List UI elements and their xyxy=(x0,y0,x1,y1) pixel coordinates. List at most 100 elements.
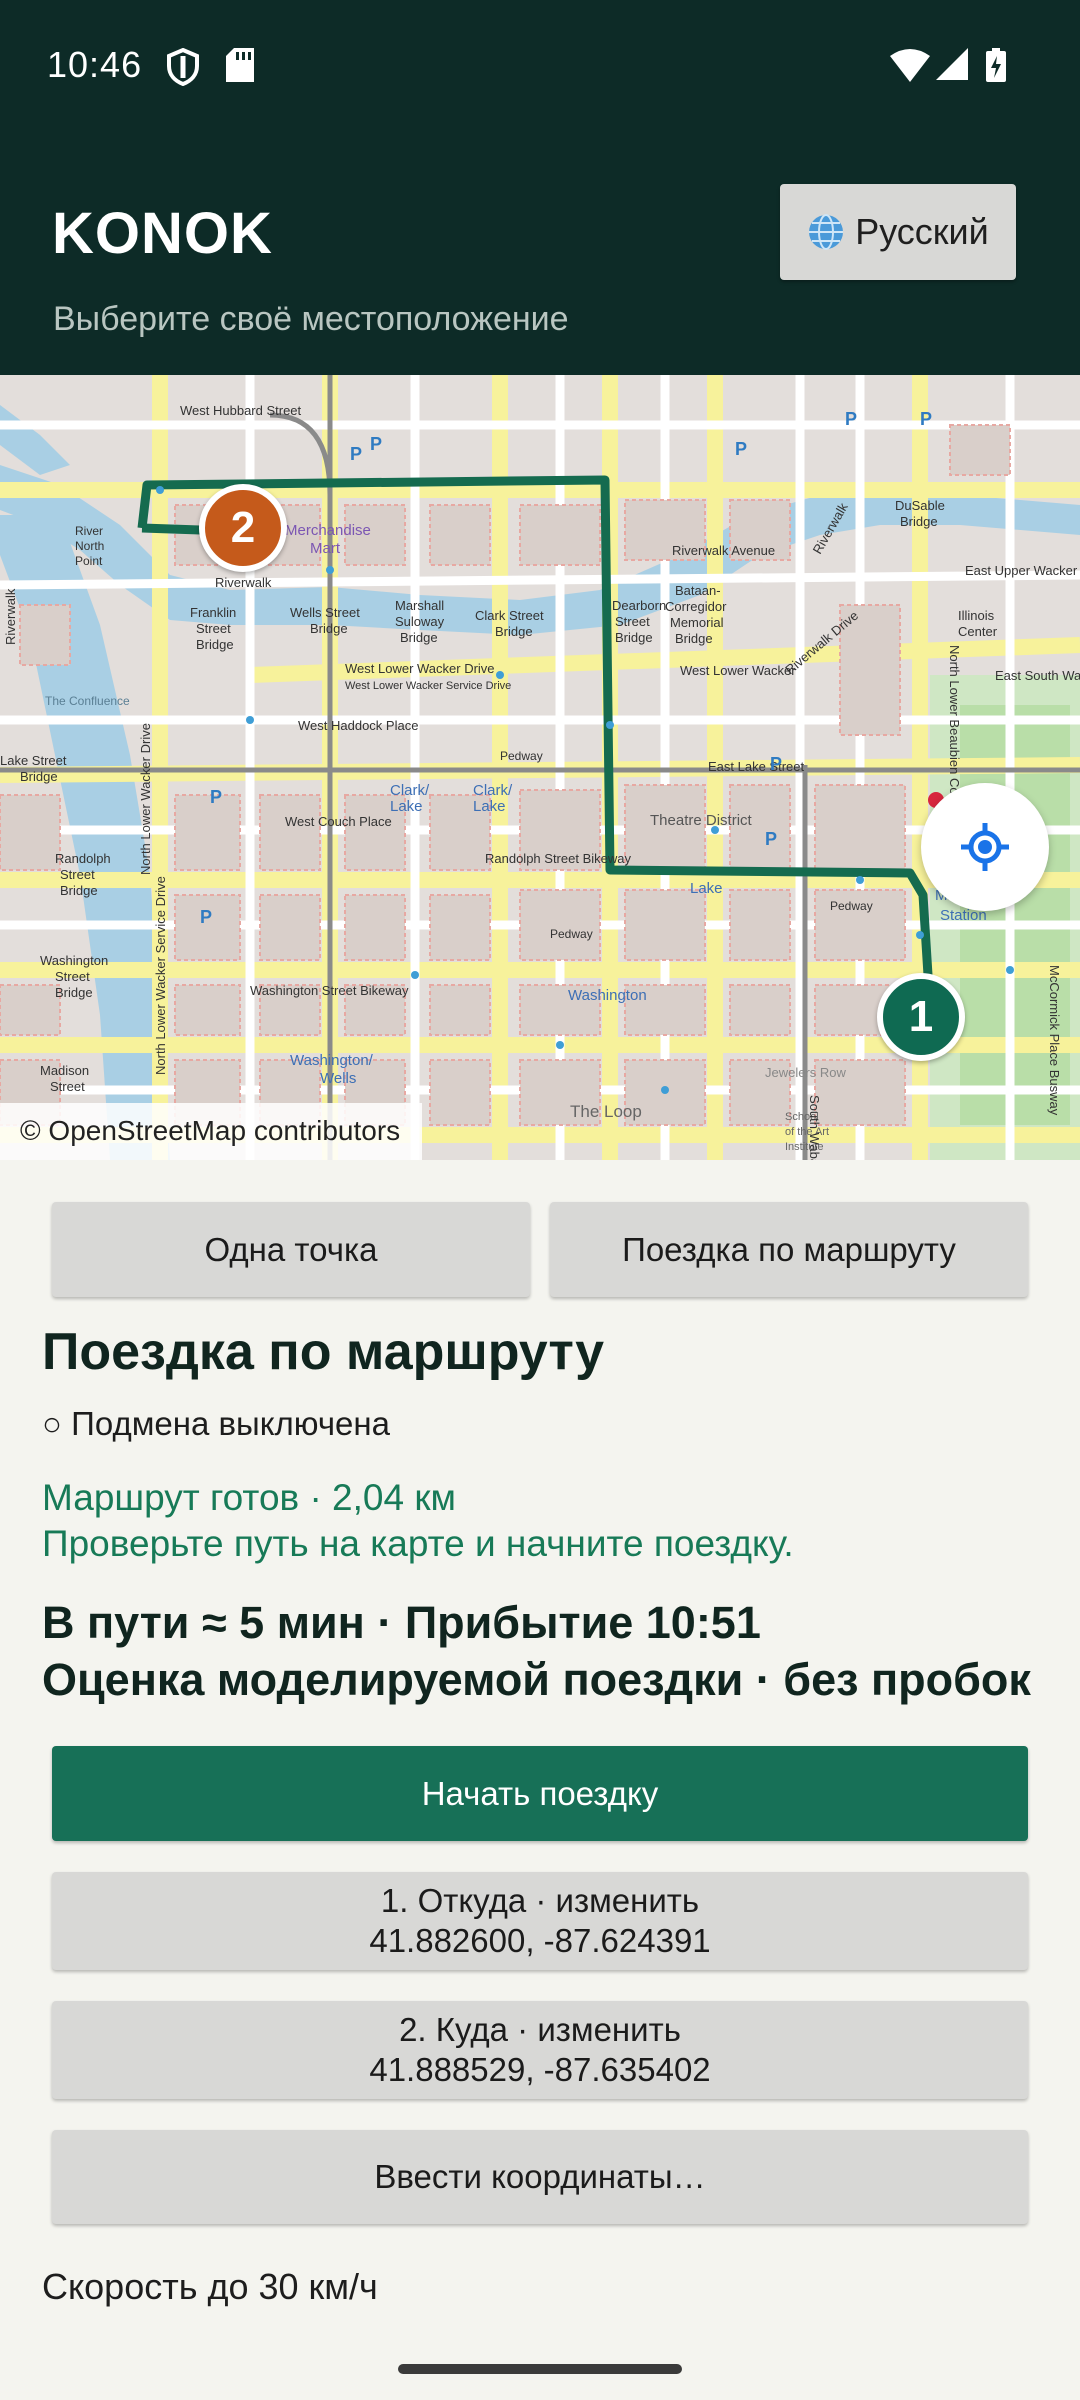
wifi-icon xyxy=(890,49,930,82)
battery-charging-icon xyxy=(986,48,1006,82)
destination-edit-button[interactable]: 2. Куда · изменить 41.888529, -87.635402 xyxy=(52,2001,1028,2099)
map-label-hubbard: West Hubbard Street xyxy=(180,403,302,418)
map-label-dearborn: Dearborn xyxy=(612,598,666,613)
map-label-washington-bridge-3: Bridge xyxy=(55,985,93,1000)
mode-route-trip-button[interactable]: Поездка по маршруту xyxy=(550,1202,1028,1297)
mode-single-point-button[interactable]: Одна точка xyxy=(52,1202,530,1297)
map-label-pedway-3: Pedway xyxy=(550,927,593,941)
map-label-riverwalk: Riverwalk xyxy=(215,575,272,590)
shield-icon xyxy=(167,48,199,86)
map-label-randolph: Randolph xyxy=(55,851,111,866)
map-label-n-lower-wacker: North Lower Wacker Drive xyxy=(138,723,153,875)
map-label-franklin-2: Street xyxy=(196,621,231,636)
svg-text:P: P xyxy=(765,829,777,849)
map-label-clark-lake-3: Clark/ xyxy=(473,782,513,799)
map-label-loop: The Loop xyxy=(570,1102,642,1121)
app-subtitle: Выберите своё местоположение xyxy=(53,300,569,338)
map-label-theatre: Theatre District xyxy=(650,812,753,829)
map-label-lake: Lake xyxy=(690,880,723,897)
map-label-dusable: DuSable xyxy=(895,498,945,513)
map-label-bataan-bridge: Bridge xyxy=(675,631,713,646)
map-label-clark-lake: Clark/ xyxy=(390,782,430,799)
map-label-lake-bridge-2: Bridge xyxy=(20,769,58,784)
map-label-marshall: Marshall xyxy=(395,598,444,613)
map-label-clark-2: Bridge xyxy=(495,624,533,639)
map-label-pedway: Pedway xyxy=(500,749,543,763)
map-label-lower-wacker-2: West Lower Wacker xyxy=(680,663,796,678)
spoof-status: ○ Подмена выключена xyxy=(42,1405,390,1442)
map-label-riverwalk-ave: Riverwalk Avenue xyxy=(672,543,775,558)
map-label-south-wabash: South Wabash xyxy=(807,1095,822,1160)
map-view[interactable]: West Hubbard Street Merchandise Mart Riv… xyxy=(0,375,1080,1160)
map-label-river-north-3: Point xyxy=(75,554,103,568)
route-hint: Проверьте путь на карте и начните поездк… xyxy=(42,1523,794,1564)
map-label-mccormick: McCormick Place Busway xyxy=(1047,965,1062,1116)
app-title: KONOK xyxy=(52,201,273,266)
map-label-dusable-2: Bridge xyxy=(900,514,938,529)
map-label-haddock: West Haddock Place xyxy=(298,718,418,733)
map-label-washington-bikeway: Washington Street Bikeway xyxy=(250,983,409,998)
svg-text:P: P xyxy=(845,409,857,429)
map-label-madison-2: Street xyxy=(50,1079,85,1094)
map-label-mart: Mart xyxy=(310,540,341,557)
language-button[interactable]: Русский xyxy=(780,184,1016,280)
language-label: Русский xyxy=(855,211,989,252)
sd-card-icon xyxy=(226,48,254,82)
map-label-east-lake: East Lake Street xyxy=(708,759,804,774)
map-label-n-lower-wacker-service: North Lower Wacker Service Drive xyxy=(153,876,168,1075)
map-label-south-wacker: East South Wac xyxy=(995,668,1080,683)
map-label-couch: West Couch Place xyxy=(285,814,392,829)
signal-icon xyxy=(936,48,968,80)
map-label-randolph-2: Street xyxy=(60,867,95,882)
map-label-upper-wacker: East Upper Wacker xyxy=(965,563,1078,578)
map-label-washington-wells: Washington/ xyxy=(290,1052,374,1069)
map-label-suloway: Suloway xyxy=(395,614,445,629)
map-label-confluence: The Confluence xyxy=(45,694,130,708)
svg-text:P: P xyxy=(200,907,212,927)
map-label-randolph-bikeway: Randolph Street Bikeway xyxy=(485,851,631,866)
map-label-clark: Clark Street xyxy=(475,608,544,623)
route-ready-status: Маршрут готов · 2,04 км xyxy=(42,1477,456,1518)
svg-text:P: P xyxy=(770,754,782,774)
svg-text:P: P xyxy=(920,409,932,429)
map-label-lake-bridge: Lake Street xyxy=(0,753,67,768)
destination-coords: 41.888529, -87.635402 xyxy=(369,2051,711,2088)
start-trip-button[interactable]: Начать поездку xyxy=(52,1746,1028,1841)
globe-icon xyxy=(809,214,844,250)
map-label-memorial: Memorial xyxy=(670,615,724,630)
speed-limit-text: Скорость до 30 км/ч xyxy=(42,2266,378,2307)
status-time: 10:46 xyxy=(47,44,143,85)
map-label-wells-station: Wells xyxy=(320,1070,356,1087)
locate-me-button[interactable] xyxy=(921,783,1049,911)
map-label-washington: Washington xyxy=(568,987,647,1004)
trip-estimate-note: Оценка моделируемой поездки · без пробок xyxy=(42,1654,1031,1705)
map-label-river-north-2: North xyxy=(75,539,104,553)
map-label-dearborn-3: Bridge xyxy=(615,630,653,645)
map-attribution[interactable]: © OpenStreetMap contributors xyxy=(0,1103,422,1160)
route-marker-destination[interactable]: 2 xyxy=(199,484,287,572)
map-label-lower-wacker: West Lower Wacker Drive xyxy=(345,661,495,676)
map-label-jewelers: Jewelers Row xyxy=(765,1065,847,1080)
map-label-wells-2: Bridge xyxy=(310,621,348,636)
map-label-washington-bridge: Washington xyxy=(40,953,108,968)
origin-coords: 41.882600, -87.624391 xyxy=(369,1922,711,1959)
map-label-madison: Madison xyxy=(40,1063,89,1078)
svg-text:P: P xyxy=(210,787,222,807)
map-label-illinois: Illinois xyxy=(958,608,995,623)
gesture-home-bar[interactable] xyxy=(398,2364,682,2374)
map-label-lower-wacker-service: West Lower Wacker Service Drive xyxy=(345,680,511,692)
map-label-center: Center xyxy=(958,624,998,639)
route-marker-origin[interactable]: 1 xyxy=(877,973,965,1061)
map-label-merchandise: Merchandise xyxy=(285,522,371,539)
origin-label: 1. Откуда · изменить xyxy=(380,1882,700,1919)
map-label-corregidor: Corregidor xyxy=(665,599,727,614)
map-label-franklin: Franklin xyxy=(190,605,236,620)
destination-label: 2. Куда · изменить xyxy=(399,2011,681,2048)
map-label-washington-bridge-2: Street xyxy=(55,969,90,984)
map-label-randolph-3: Bridge xyxy=(60,883,98,898)
map-label-dearborn-2: Street xyxy=(615,614,650,629)
trip-eta: В пути ≈ 5 мин · Прибытие 10:51 xyxy=(42,1597,761,1648)
svg-text:P: P xyxy=(350,444,362,464)
enter-coordinates-button[interactable]: Ввести координаты… xyxy=(52,2130,1028,2224)
origin-edit-button[interactable]: 1. Откуда · изменить 41.882600, -87.6243… xyxy=(52,1872,1028,1970)
